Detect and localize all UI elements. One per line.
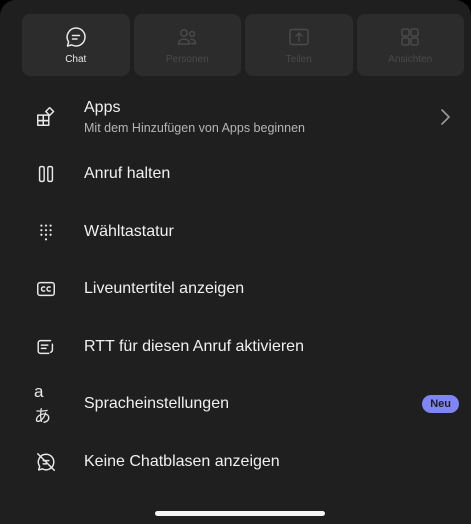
new-badge: Neu [422,395,459,414]
people-button[interactable]: Personen [133,14,241,76]
apps-label: Apps [84,98,121,116]
share-label: Teilen [285,54,312,65]
hold-text: Anruf halten [84,165,170,183]
menu-item-apps[interactable]: Apps Mit dem Hinzufügen von Apps beginne… [0,88,471,146]
quick-actions-row: Chat Personen Teilen Ansichten [22,14,464,76]
rtt-text: RTT für diesen Anruf aktivieren [84,338,304,356]
chat-bubble-off-icon [34,450,58,474]
language-label: Spracheinstellungen [84,395,229,413]
chat-label: Chat [65,54,87,65]
menu-item-rtt[interactable]: RTT für diesen Anruf aktivieren [0,318,471,376]
captions-label: Liveuntertitel anzeigen [84,280,245,298]
rtt-icon [34,335,58,359]
dialpad-label: Wähltastatur [84,222,174,240]
menu-item-dialpad[interactable]: Wähltastatur [0,203,471,261]
options-menu: Apps Mit dem Hinzufügen von Apps beginne… [0,88,471,491]
rtt-label: RTT für diesen Anruf aktivieren [84,337,304,355]
pause-icon [34,162,58,186]
language-icon-glyph: aあ [34,381,51,426]
bubbles-text: Keine Chatblasen anzeigen [84,453,280,471]
views-label: Ansichten [388,54,433,65]
grid-view-icon [398,25,422,49]
language-icon: aあ [34,382,58,426]
share-screen-icon [287,25,311,49]
menu-item-language-settings[interactable]: aあ Spracheinstellungen Neu [0,376,471,434]
views-button[interactable]: Ansichten [356,14,464,76]
apps-subtitle: Mit dem Hinzufügen von Apps beginnen [84,120,305,135]
menu-item-hold-call[interactable]: Anruf halten [0,146,471,204]
captions-text: Liveuntertitel anzeigen [84,280,244,298]
dialpad-icon [34,220,58,244]
closed-captions-icon [34,277,58,301]
people-icon [175,25,199,49]
menu-item-hide-chat-bubbles[interactable]: Keine Chatblasen anzeigen [0,433,471,491]
apps-icon [34,105,58,129]
bubbles-label: Keine Chatblasen anzeigen [84,452,280,470]
language-text: Spracheinstellungen [84,395,229,413]
menu-item-live-captions[interactable]: Liveuntertitel anzeigen [0,261,471,319]
chevron-right-icon [439,107,451,127]
more-options-sheet: Chat Personen Teilen Ansichten Apps Mit … [0,0,471,524]
share-button[interactable]: Teilen [245,14,353,76]
chat-button[interactable]: Chat [22,14,130,76]
apps-text: Apps Mit dem Hinzufügen von Apps beginne… [84,99,305,135]
hold-label: Anruf halten [84,165,171,183]
dialpad-text: Wähltastatur [84,223,174,241]
home-indicator [155,511,325,516]
people-label: Personen [165,54,209,65]
chat-bubble-icon [64,25,88,49]
